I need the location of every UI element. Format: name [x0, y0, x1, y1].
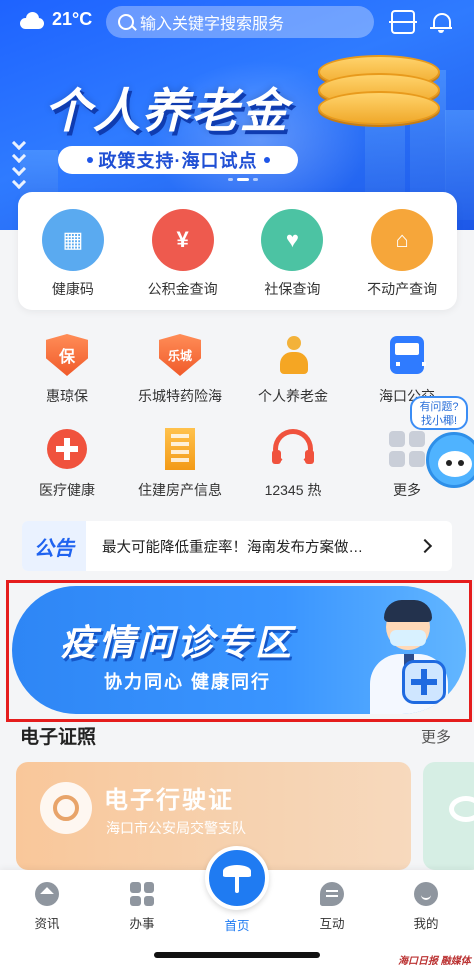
- tab-profile[interactable]: 我的: [381, 882, 471, 932]
- quick-item-label: 不动产查询: [367, 281, 438, 297]
- weather-widget[interactable]: 21°C: [18, 9, 92, 30]
- watermark: 海口日报 融媒体: [398, 956, 471, 967]
- hero-subtitle-pill: 政策支持·海口试点: [58, 146, 298, 174]
- search-input[interactable]: 输入关键字搜索服务: [106, 6, 374, 38]
- tab-services[interactable]: 办事: [97, 882, 187, 932]
- notice-text: 最大可能降低重症率！海南发布方案做…: [102, 539, 363, 556]
- quick-item-social-security[interactable]: ♥ 社保查询: [238, 192, 348, 310]
- services-grid-icon: [130, 882, 154, 906]
- bullet-dot: [86, 157, 93, 163]
- bus-icon: [390, 336, 426, 374]
- quick-item-health-code[interactable]: ▦ 健康码: [18, 192, 128, 310]
- quick-item-label: 公积金查询: [147, 281, 218, 297]
- bell-icon[interactable]: [430, 9, 452, 33]
- service-label: 乐城特药险海: [138, 388, 222, 404]
- tab-label-home: 首页: [224, 919, 250, 933]
- steering-wheel-icon: [40, 782, 92, 834]
- tab-label: 资讯: [34, 917, 60, 931]
- quick-item-label: 健康码: [51, 281, 94, 297]
- bullet-dot: [263, 157, 270, 163]
- notice-tag: 公告: [22, 521, 86, 571]
- highlight-frame: [6, 580, 472, 722]
- service-label: 惠琼保: [46, 388, 88, 404]
- mascot-speech-bubble: 有问题? 找小椰!: [410, 396, 468, 430]
- palm-tree-home-icon: [222, 863, 252, 893]
- tab-news[interactable]: 资讯: [2, 882, 92, 932]
- news-compass-icon: [35, 882, 59, 906]
- chevron-right-icon: [417, 538, 433, 554]
- hotline-headset-icon: [272, 429, 314, 469]
- service-housing-info[interactable]: 住建房产信息: [125, 428, 235, 500]
- gold-coins-illustration: [318, 55, 440, 125]
- service-lecheng-insurance[interactable]: 乐城 乐城特药险海: [125, 334, 235, 406]
- tab-interact[interactable]: 互动: [287, 882, 377, 932]
- license-card-subtitle: 海口市公安局交警支队: [106, 820, 246, 836]
- housing-fund-icon: ¥: [151, 209, 214, 271]
- hero-title: 个人养老金: [44, 84, 289, 137]
- tab-home[interactable]: [205, 846, 269, 910]
- medical-plus-icon: [47, 429, 87, 469]
- profile-smile-icon: [414, 882, 438, 906]
- scan-icon[interactable]: [389, 10, 417, 34]
- service-personal-pension[interactable]: 个人养老金: [238, 334, 348, 406]
- search-icon: [118, 14, 134, 30]
- tab-label: 我的: [413, 917, 439, 931]
- chat-bubble-icon: [320, 882, 344, 906]
- mascot-face-icon: [426, 432, 474, 488]
- service-label: 住建房产信息: [138, 482, 222, 498]
- quick-item-housing-fund[interactable]: ¥ 公积金查询: [128, 192, 238, 310]
- building-icon: [165, 428, 195, 470]
- section-title: 电子证照: [20, 727, 97, 748]
- next-license-card[interactable]: [423, 762, 474, 870]
- card-logo-icon: [449, 796, 474, 822]
- social-security-icon: ♥: [261, 209, 324, 271]
- real-estate-icon: ⌂: [371, 209, 434, 271]
- chevron-decoration: [11, 135, 27, 190]
- hero-subtitle: 政策支持·海口试点: [98, 151, 258, 171]
- shield-icon: 乐城: [159, 334, 201, 376]
- service-label: 个人养老金: [258, 388, 328, 404]
- person-icon: [272, 334, 314, 376]
- driving-license-card[interactable]: 电子行驶证 海口市公安局交警支队: [16, 762, 411, 870]
- cloud-icon: [18, 11, 46, 29]
- license-card-title: 电子行驶证: [104, 787, 234, 814]
- assistant-mascot[interactable]: 有问题? 找小椰!: [404, 396, 474, 496]
- tab-label: 互动: [319, 917, 345, 931]
- shield-icon: 保: [46, 334, 88, 376]
- health-code-icon: ▦: [41, 209, 104, 271]
- service-label: 医疗健康: [39, 482, 95, 498]
- notice-bar[interactable]: 公告 最大可能降低重症率！海南发布方案做…: [22, 521, 452, 571]
- service-label: 12345 热: [264, 482, 322, 498]
- temperature: 21°C: [52, 9, 93, 29]
- service-12345-hotline[interactable]: 12345 热: [238, 428, 348, 500]
- tab-label: 办事: [129, 917, 155, 931]
- quick-item-label: 社保查询: [264, 281, 321, 297]
- home-indicator[interactable]: [154, 952, 320, 958]
- service-huiqiongbao[interactable]: 保 惠琼保: [12, 334, 122, 406]
- carousel-indicator: [228, 178, 258, 181]
- quick-item-real-estate[interactable]: ⌂ 不动产查询: [347, 192, 457, 310]
- search-placeholder: 输入关键字搜索服务: [140, 16, 285, 33]
- quick-services-card: ▦ 健康码 ¥ 公积金查询 ♥ 社保查询 ⌂ 不动产查询: [18, 192, 457, 310]
- section-more-link[interactable]: 更多: [421, 726, 451, 747]
- service-medical-health[interactable]: 医疗健康: [12, 428, 122, 500]
